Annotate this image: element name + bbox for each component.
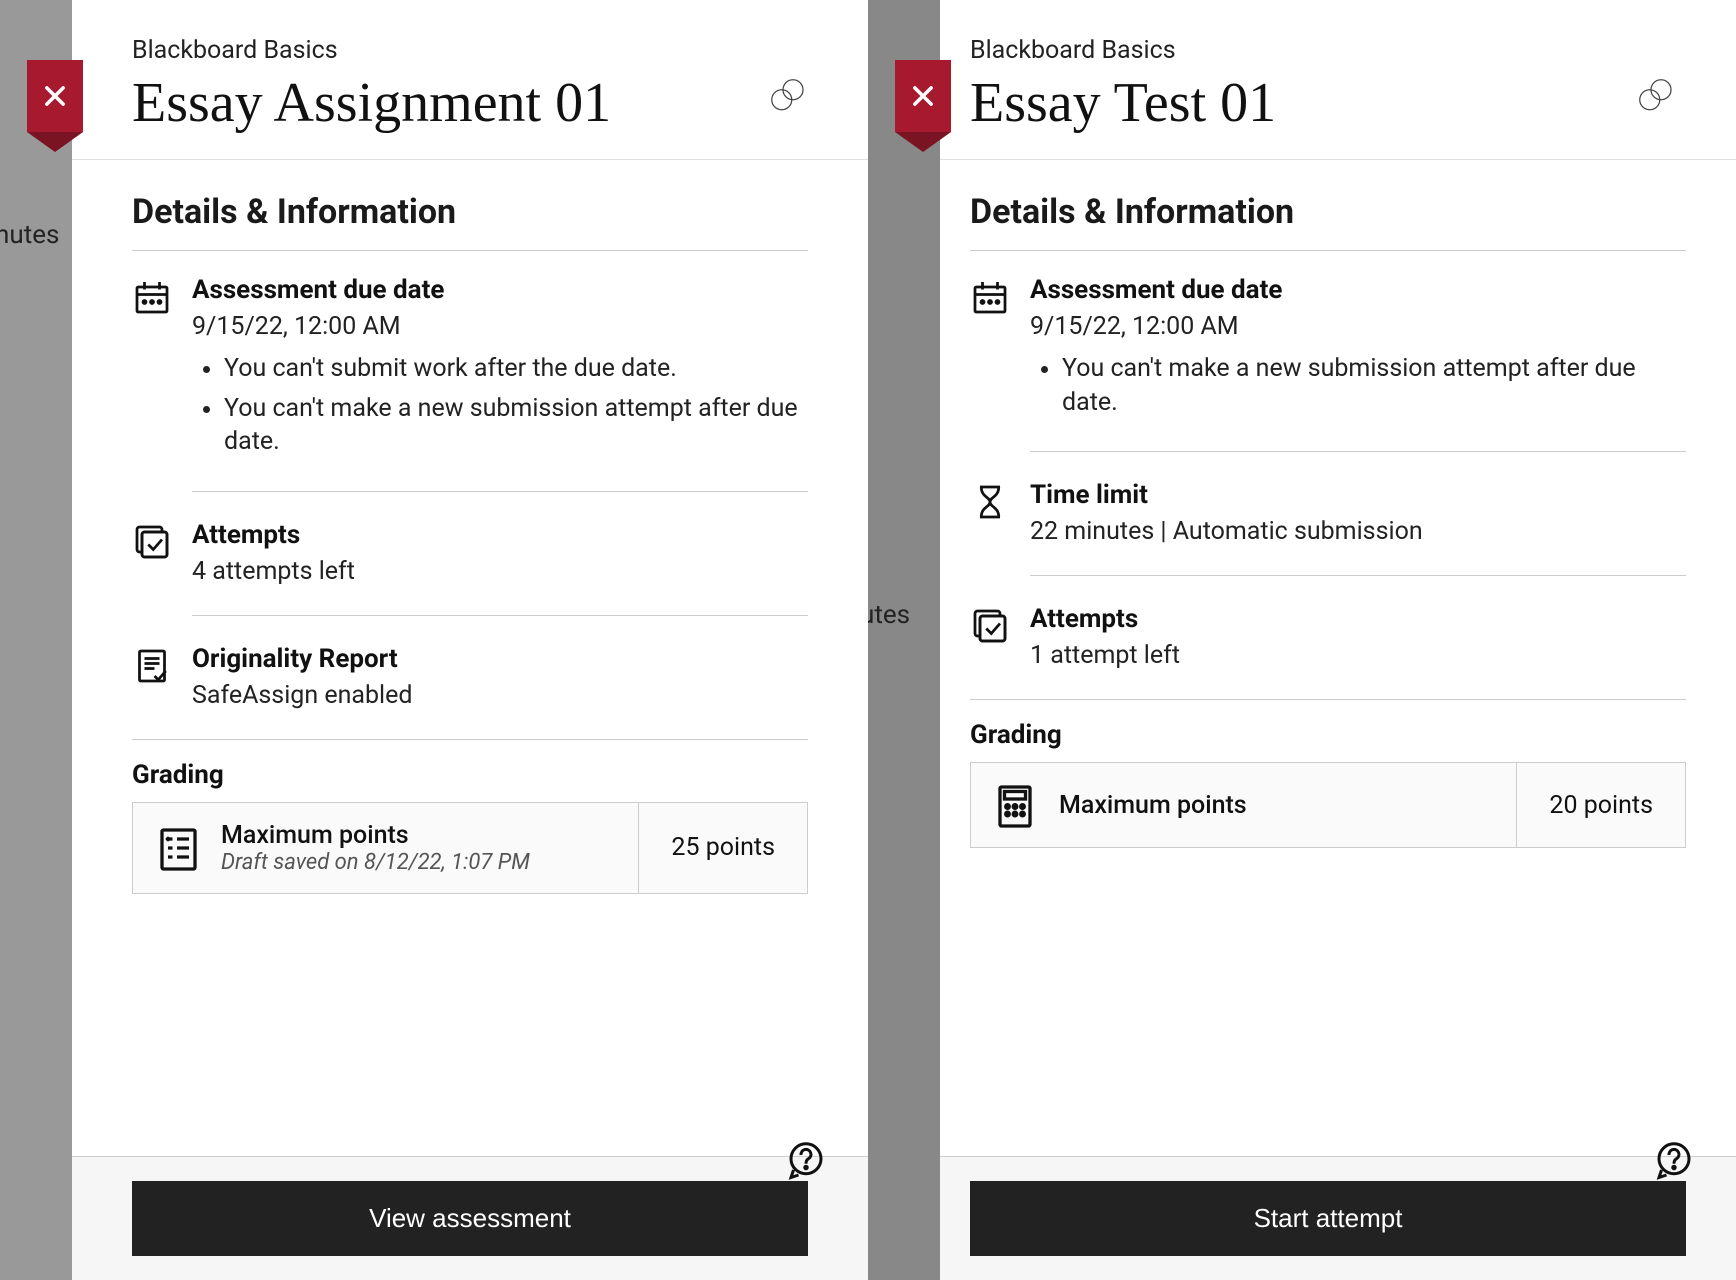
time-limit-value: 22 minutes | Automatic submission bbox=[1030, 515, 1686, 549]
due-date-value: 9/15/22, 12:00 AM bbox=[192, 310, 808, 344]
attempts-label: Attempts bbox=[1030, 602, 1686, 637]
page-title: Essay Test 01 bbox=[970, 71, 1620, 135]
max-points-label: Maximum points bbox=[221, 821, 530, 850]
panel-body: Details & Information Assessment due dat… bbox=[72, 160, 868, 1156]
points-value: 25 points bbox=[638, 803, 807, 893]
bg-text-left: nutes bbox=[0, 220, 59, 250]
breadcrumb: Blackboard Basics bbox=[132, 36, 752, 65]
close-button[interactable] bbox=[895, 60, 951, 132]
due-date-value: 9/15/22, 12:00 AM bbox=[1030, 310, 1686, 344]
attempts-row: Attempts 1 attempt left bbox=[970, 594, 1686, 681]
grading-heading: Grading bbox=[970, 720, 1686, 750]
originality-value: SafeAssign enabled bbox=[192, 679, 808, 713]
panel-body: Details & Information Assessment due dat… bbox=[940, 160, 1736, 1156]
breadcrumb: Blackboard Basics bbox=[970, 36, 1620, 65]
panel-footer: View assessment bbox=[72, 1156, 868, 1280]
attempts-value: 4 attempts left bbox=[192, 555, 808, 589]
conversation-icon bbox=[1636, 76, 1676, 116]
hourglass-icon bbox=[970, 482, 1010, 522]
panel-assignment: Blackboard Basics Essay Assignment 01 De… bbox=[72, 0, 868, 1280]
due-bullet: You can't make a new submission attempt … bbox=[1062, 352, 1686, 420]
checkbox-stack-icon bbox=[970, 606, 1010, 646]
due-date-row: Assessment due date 9/15/22, 12:00 AM Yo… bbox=[970, 265, 1686, 433]
attempts-label: Attempts bbox=[192, 518, 808, 553]
calendar-icon bbox=[132, 277, 172, 317]
help-button[interactable] bbox=[786, 1140, 826, 1156]
calendar-icon bbox=[970, 277, 1010, 317]
originality-row: Originality Report SafeAssign enabled bbox=[132, 634, 808, 721]
panel-footer: Start attempt bbox=[940, 1156, 1736, 1280]
start-attempt-button[interactable]: Start attempt bbox=[970, 1181, 1686, 1256]
due-date-row: Assessment due date 9/15/22, 12:00 AM Yo… bbox=[132, 265, 808, 473]
help-icon bbox=[786, 1140, 826, 1156]
attempts-row: Attempts 4 attempts left bbox=[132, 510, 808, 597]
panel-test: Blackboard Basics Essay Test 01 Details … bbox=[940, 0, 1736, 1280]
due-date-label: Assessment due date bbox=[1030, 273, 1686, 308]
panel-header: Blackboard Basics Essay Assignment 01 bbox=[72, 0, 868, 160]
close-button[interactable] bbox=[27, 60, 83, 132]
calculator-icon bbox=[991, 781, 1039, 829]
grading-box: Maximum points 20 points bbox=[970, 762, 1686, 848]
grading-heading: Grading bbox=[132, 760, 808, 790]
conversation-icon bbox=[768, 76, 808, 116]
due-bullet: You can't submit work after the due date… bbox=[224, 352, 808, 386]
close-icon bbox=[41, 82, 69, 110]
checkbox-stack-icon bbox=[132, 522, 172, 562]
originality-label: Originality Report bbox=[192, 642, 808, 677]
details-heading: Details & Information bbox=[970, 192, 1686, 232]
panel-header: Blackboard Basics Essay Test 01 bbox=[940, 0, 1736, 160]
rubric-icon bbox=[153, 824, 201, 872]
max-points-label: Maximum points bbox=[1059, 791, 1247, 820]
page-title: Essay Assignment 01 bbox=[132, 71, 752, 135]
due-bullet: You can't make a new submission attempt … bbox=[224, 392, 808, 460]
report-check-icon bbox=[132, 646, 172, 686]
help-icon bbox=[1654, 1140, 1694, 1156]
close-icon bbox=[909, 82, 937, 110]
time-limit-label: Time limit bbox=[1030, 478, 1686, 513]
conversation-button[interactable] bbox=[1636, 76, 1676, 120]
details-heading: Details & Information bbox=[132, 192, 808, 232]
draft-saved-text: Draft saved on 8/12/22, 1:07 PM bbox=[221, 850, 530, 875]
conversation-button[interactable] bbox=[768, 76, 808, 120]
view-assessment-button[interactable]: View assessment bbox=[132, 1181, 808, 1256]
grading-box: Maximum points Draft saved on 8/12/22, 1… bbox=[132, 802, 808, 894]
due-date-label: Assessment due date bbox=[192, 273, 808, 308]
time-limit-row: Time limit 22 minutes | Automatic submis… bbox=[970, 470, 1686, 557]
points-value: 20 points bbox=[1516, 763, 1685, 847]
attempts-value: 1 attempt left bbox=[1030, 639, 1686, 673]
help-button[interactable] bbox=[1654, 1140, 1694, 1156]
